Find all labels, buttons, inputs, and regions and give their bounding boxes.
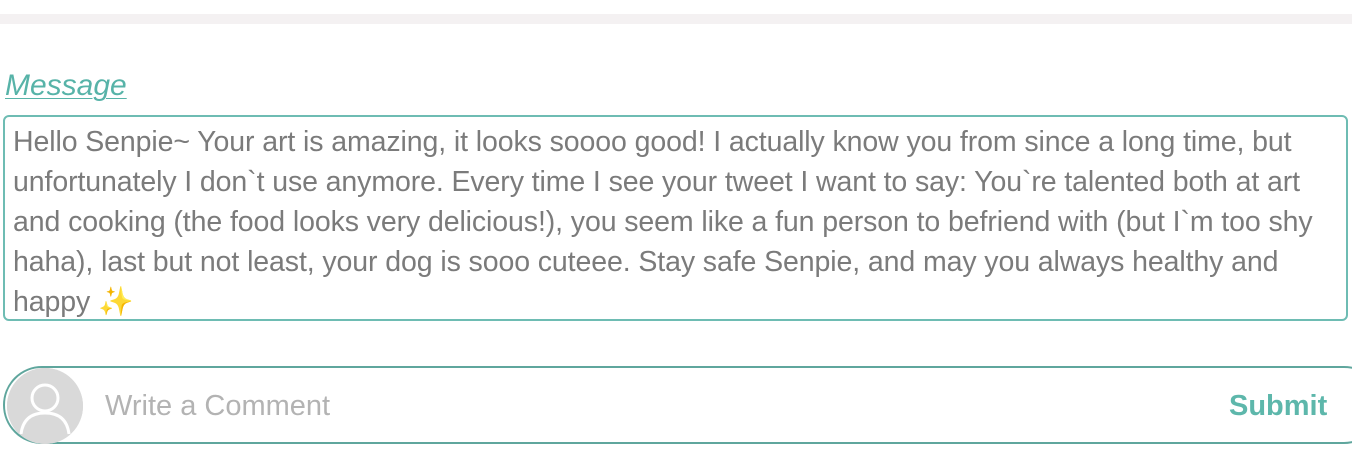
message-body: Hello Senpie~ Your art is amazing, it lo… — [13, 126, 1321, 318]
message-text: Hello Senpie~ Your art is amazing, it lo… — [13, 122, 1342, 319]
message-box[interactable]: Hello Senpie~ Your art is amazing, it lo… — [3, 115, 1348, 321]
submit-button[interactable]: Submit — [1229, 386, 1327, 426]
comment-bar: Submit — [3, 366, 1352, 444]
sparkles-icon: ✨ — [97, 286, 134, 318]
message-label[interactable]: Message — [5, 68, 127, 104]
user-placeholder-icon — [7, 368, 83, 444]
comment-input[interactable] — [105, 386, 1105, 426]
top-divider — [0, 14, 1352, 24]
avatar — [7, 368, 83, 444]
